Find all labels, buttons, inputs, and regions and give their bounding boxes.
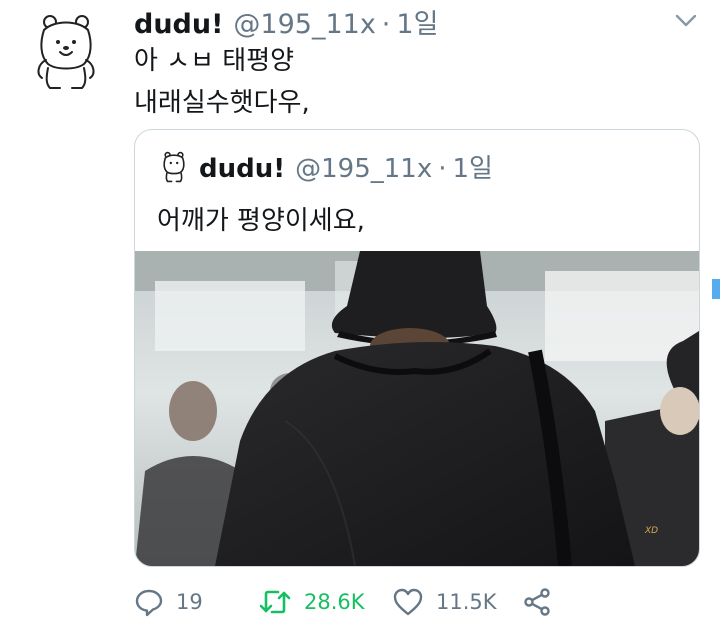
separator: · bbox=[438, 154, 447, 184]
like-icon bbox=[393, 588, 423, 616]
like-button[interactable]: 11.5K bbox=[392, 582, 497, 622]
like-count: 11.5K bbox=[436, 590, 497, 614]
tweet-text-line-1: 아 ㅅㅂ 태평양 bbox=[134, 46, 295, 76]
retweet-icon bbox=[259, 590, 291, 614]
reply-icon bbox=[135, 589, 163, 617]
separator: · bbox=[381, 9, 391, 40]
quoted-text: 어깨가 평양이세요, bbox=[157, 206, 365, 236]
author-handle[interactable]: @195_11x bbox=[233, 9, 375, 40]
chevron-down-icon bbox=[675, 14, 697, 27]
quoted-author-name: dudu! bbox=[199, 154, 286, 184]
bear-avatar-icon bbox=[37, 15, 95, 89]
timestamp[interactable]: 1일 bbox=[396, 2, 438, 41]
quoted-media-photo[interactable]: XD bbox=[135, 251, 699, 566]
share-button[interactable] bbox=[522, 582, 552, 622]
more-options-button[interactable] bbox=[672, 8, 700, 32]
tweet-actions: 19 28.6K 11.5K bbox=[134, 582, 694, 622]
quoted-header: dudu! @195_11x · 1일 bbox=[199, 148, 493, 185]
tweet-text-line-2: 내래실수햇다우, bbox=[134, 88, 310, 118]
retweet-button[interactable]: 28.6K bbox=[258, 582, 365, 622]
media-watermark: XD bbox=[644, 526, 658, 536]
reply-count: 19 bbox=[176, 590, 203, 614]
quoted-author-handle: @195_11x bbox=[295, 154, 433, 184]
avatar[interactable] bbox=[30, 12, 102, 92]
tweet-header: dudu! @195_11x · 1일 bbox=[134, 2, 438, 41]
bear-avatar-icon bbox=[163, 151, 185, 183]
quoted-avatar bbox=[159, 151, 189, 183]
quoted-timestamp: 1일 bbox=[452, 154, 493, 184]
reply-button[interactable]: 19 bbox=[134, 582, 203, 622]
author-name[interactable]: dudu! bbox=[134, 9, 223, 40]
scroll-indicator bbox=[712, 279, 720, 299]
share-icon bbox=[524, 588, 550, 616]
quoted-tweet[interactable]: dudu! @195_11x · 1일 어깨가 평양이세요, XD bbox=[134, 129, 700, 567]
retweet-count: 28.6K bbox=[304, 590, 365, 614]
